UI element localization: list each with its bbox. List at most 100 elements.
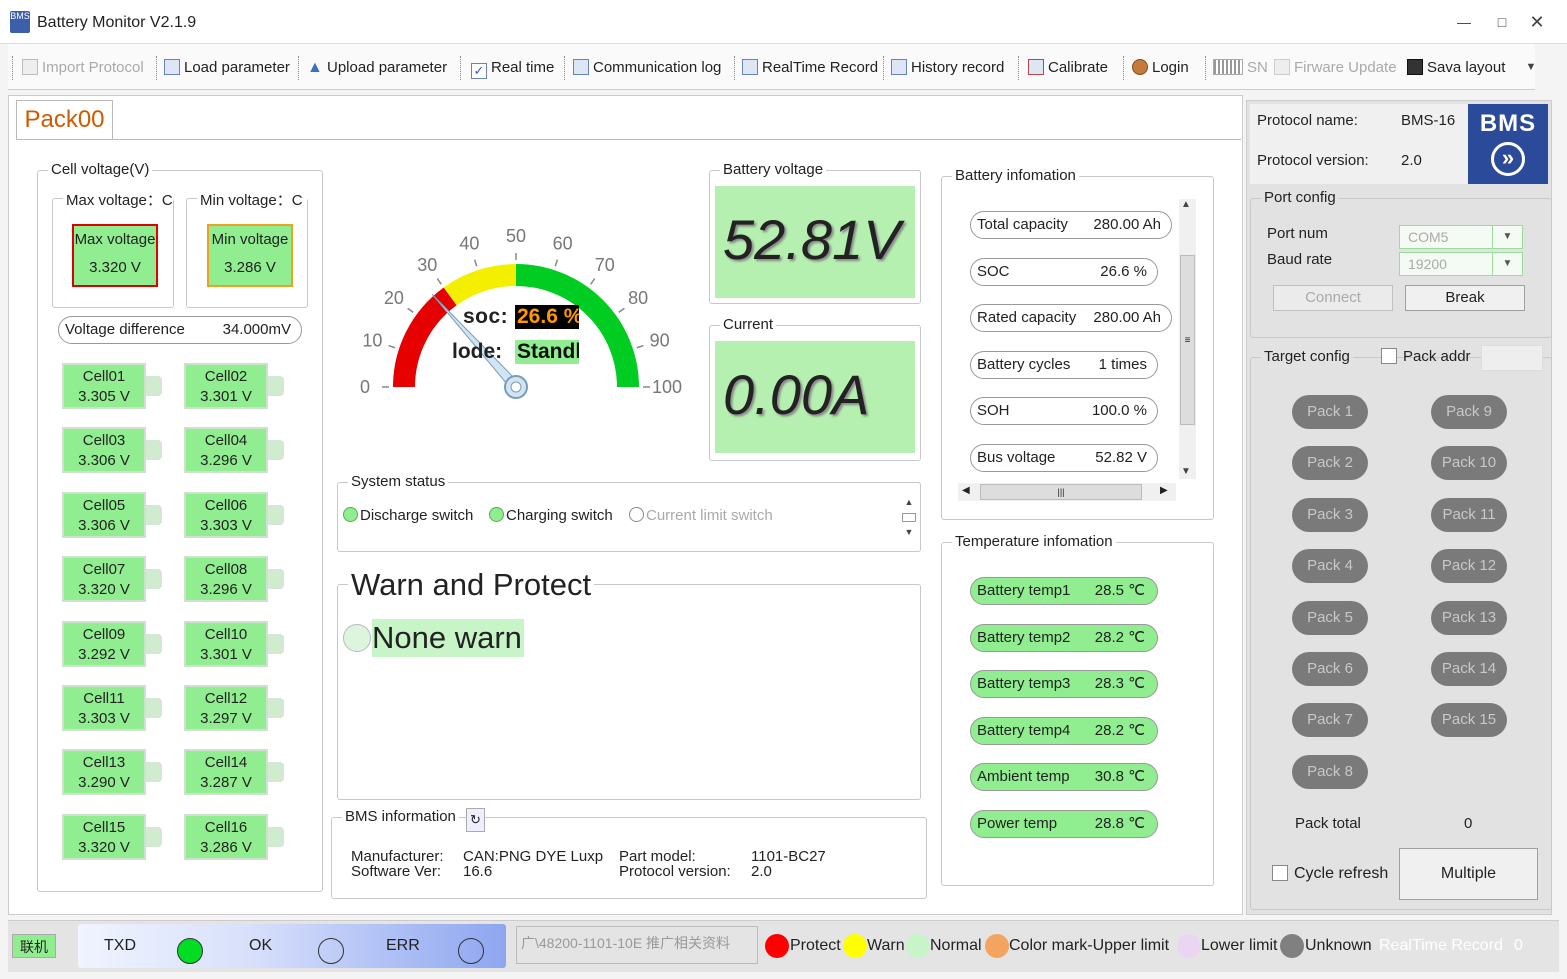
load-parameter-button[interactable]: Load parameter — [164, 57, 290, 79]
cell-2: Cell02 3.301 V — [184, 363, 268, 409]
firmware-update-button[interactable]: Firware Update — [1274, 57, 1397, 79]
scroll-thumb[interactable]: ≡ — [1180, 255, 1195, 425]
cycle-refresh-checkbox[interactable]: Cycle refresh — [1272, 865, 1388, 883]
toolbar: Import Protocol Load parameter ▲ Upload p… — [8, 44, 1536, 90]
pack-button-5[interactable]: Pack 5 — [1292, 600, 1368, 635]
info-label: Total capacity — [977, 216, 1068, 233]
pack-button-6[interactable]: Pack 6 — [1292, 652, 1368, 686]
gauge-tick — [618, 307, 625, 313]
pack-button-13[interactable]: Pack 13 — [1431, 600, 1507, 635]
break-button[interactable]: Break — [1405, 285, 1525, 311]
baud-rate-select[interactable]: 19200 ▼ — [1399, 252, 1523, 276]
scroll-up-icon[interactable]: ▲ — [1181, 199, 1191, 210]
temperature-item: Power temp 28.8 ℃ — [970, 810, 1158, 838]
upload-parameter-button[interactable]: ▲ Upload parameter — [307, 57, 447, 79]
warn-protect-group: Warn and Protect — [337, 567, 921, 800]
part-model-value: 1101-BC27 — [751, 848, 826, 865]
pack-button-11[interactable]: Pack 11 — [1431, 497, 1507, 532]
cell-value: 3.292 V — [78, 645, 130, 663]
warn-status: None warn — [372, 619, 524, 657]
pack-button-4[interactable]: Pack 4 — [1292, 549, 1368, 584]
bms-logo-button[interactable]: BMS » — [1468, 104, 1548, 184]
multiple-button[interactable]: Multiple — [1399, 848, 1538, 900]
cell-5: Cell05 3.306 V — [62, 491, 146, 538]
temp-value: 28.8 ℃ — [1094, 815, 1145, 832]
status-scrollbar[interactable]: ▲ ▼ — [900, 497, 918, 547]
import-protocol-button[interactable]: Import Protocol — [22, 57, 144, 79]
login-button[interactable]: Login — [1132, 57, 1189, 79]
maximize-icon[interactable]: □ — [1492, 12, 1512, 32]
pack-total-label: Pack total — [1295, 815, 1361, 832]
current-limit-indicator-icon — [629, 507, 644, 522]
minimize-icon[interactable]: — — [1454, 12, 1474, 32]
cell-11: Cell11 3.303 V — [62, 685, 146, 731]
cell-1: Cell01 3.305 V — [62, 363, 146, 409]
realtime-record-status: RealTime Record — [1379, 937, 1503, 954]
temp-label: Battery temp4 — [977, 721, 1071, 739]
connect-button[interactable]: Connect — [1273, 285, 1393, 311]
cell-value: 3.290 V — [78, 774, 130, 792]
cell-name: Cell02 — [204, 368, 248, 385]
info-label: SOH — [977, 402, 1010, 420]
tab-pack00[interactable]: Pack00 — [16, 100, 113, 140]
real-time-button[interactable]: ✓ Real time — [471, 57, 554, 79]
temp-value: 28.2 ℃ — [1094, 628, 1145, 646]
toolbar-overflow-icon[interactable]: ▼ — [1520, 56, 1542, 78]
cell-terminal — [146, 376, 162, 396]
cell-14: Cell14 3.287 V — [184, 749, 268, 796]
gauge-green-zone — [515, 264, 639, 388]
pack-button-7[interactable]: Pack 7 — [1292, 703, 1368, 738]
pack-addr-input[interactable] — [1481, 345, 1543, 371]
cell-10: Cell10 3.301 V — [184, 620, 268, 667]
cell-value: 3.320 V — [78, 581, 130, 599]
import-icon — [22, 59, 38, 75]
legend-dot-icon — [985, 934, 1009, 958]
close-icon[interactable]: ✕ — [1527, 12, 1547, 32]
history-record-button[interactable]: History record — [891, 57, 1004, 79]
pack-button-1[interactable]: Pack 1 — [1292, 395, 1368, 429]
info-value: 26.6 % — [1100, 262, 1147, 280]
pack-button-8[interactable]: Pack 8 — [1292, 754, 1368, 789]
cell-name: Cell11 — [83, 690, 125, 707]
communication-log-button[interactable]: Communication log — [573, 57, 721, 79]
cell-4: Cell04 3.296 V — [184, 427, 268, 474]
battery-info-vscrollbar[interactable]: ▲ ≡ ▼ — [1179, 199, 1196, 479]
file-path: 广\48200-1101-10E 推广相关资料 — [516, 926, 758, 964]
protocol-version-label: Protocol version: — [619, 863, 731, 880]
battery-info-item: SOC 26.6 % — [970, 257, 1158, 286]
legend-dot-icon — [843, 934, 867, 958]
cell-9: Cell09 3.292 V — [62, 620, 146, 667]
cell-value: 3.303 V — [200, 516, 252, 534]
realtime-record-button[interactable]: RealTime Record — [742, 57, 878, 79]
protocol-version-right: 2.0 — [1401, 152, 1422, 169]
pack-button-10[interactable]: Pack 10 — [1431, 446, 1507, 481]
gauge-tick-label: 30 — [417, 255, 437, 275]
cell-name: Cell10 — [204, 625, 248, 643]
pack-button-2[interactable]: Pack 2 — [1292, 446, 1368, 481]
pack-button-12[interactable]: Pack 12 — [1431, 549, 1507, 584]
port-num-select[interactable]: COM5 ▼ — [1399, 225, 1523, 249]
charging-switch: Charging switch — [489, 507, 613, 524]
scroll-left-icon[interactable]: ◀ — [962, 485, 970, 496]
pack-button-15[interactable]: Pack 15 — [1431, 703, 1507, 738]
cell-value: 3.297 V — [200, 710, 252, 727]
firmware-icon — [1274, 59, 1290, 75]
pack-addr-checkbox[interactable]: Pack addr — [1381, 348, 1471, 365]
scroll-down-icon[interactable]: ▼ — [1181, 466, 1191, 477]
info-label: Bus voltage — [977, 449, 1056, 466]
double-chevron-icon: » — [1491, 142, 1525, 176]
pack-button-14[interactable]: Pack 14 — [1431, 652, 1507, 686]
battery-info-hscrollbar[interactable]: ◀ ||| ▶ — [958, 483, 1176, 501]
info-value: 1 times — [1098, 355, 1147, 373]
hscroll-thumb[interactable]: ||| — [980, 484, 1142, 500]
gauge-tick — [590, 278, 596, 285]
pack-button-9[interactable]: Pack 9 — [1431, 395, 1507, 429]
save-layout-button[interactable]: Sava layout — [1407, 57, 1505, 79]
gauge-tick-label: 70 — [595, 255, 615, 275]
refresh-icon[interactable]: ↻ — [466, 808, 485, 832]
scroll-right-icon[interactable]: ▶ — [1160, 485, 1168, 496]
calibrate-button[interactable]: Calibrate — [1028, 57, 1108, 79]
sn-button[interactable]: SN — [1213, 57, 1268, 79]
pack-button-3[interactable]: Pack 3 — [1292, 497, 1368, 532]
cell-name: Cell13 — [82, 754, 126, 772]
